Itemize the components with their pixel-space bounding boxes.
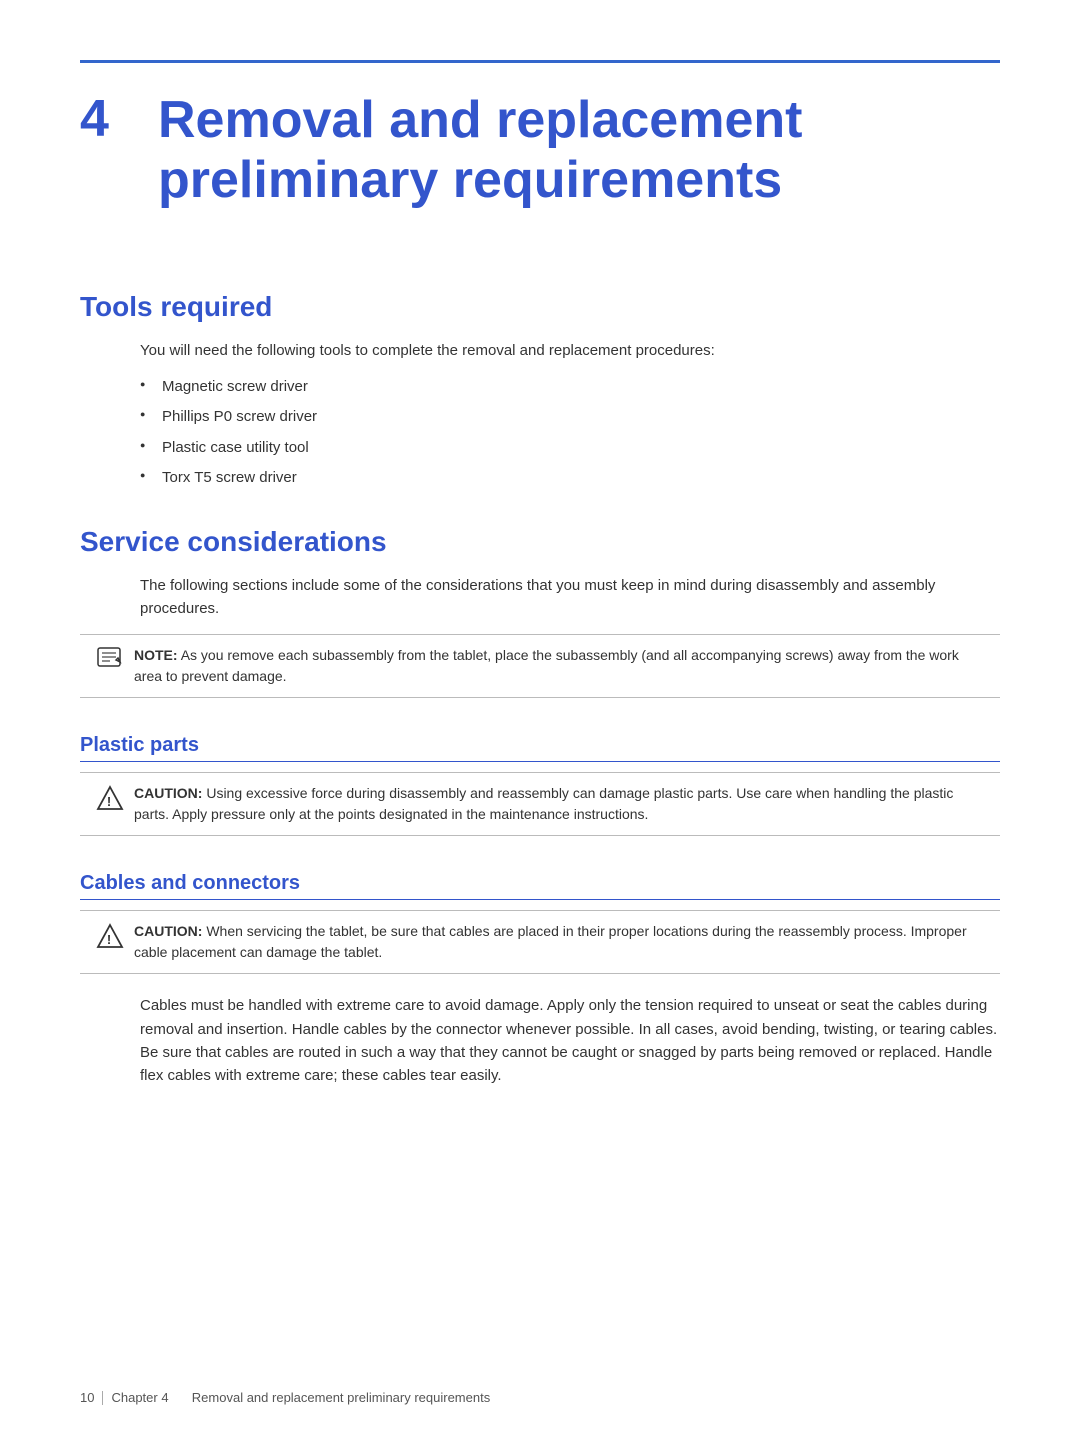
footer-chapter-title: Removal and replacement preliminary requ… — [192, 1390, 490, 1405]
plastic-parts-section: Plastic parts ! CAUTION: Using excessive… — [80, 734, 1000, 836]
plastic-caution-label: CAUTION: — [134, 785, 202, 801]
cables-caution-box: ! CAUTION: When servicing the tablet, be… — [80, 910, 1000, 974]
cables-heading: Cables and connectors — [80, 872, 1000, 900]
chapter-heading: 4 Removal and replacement preliminary re… — [80, 91, 1000, 211]
service-heading: Service considerations — [80, 526, 1000, 558]
list-item: Phillips P0 screw driver — [140, 406, 1000, 429]
plastic-caution-content: CAUTION: Using excessive force during di… — [134, 783, 984, 825]
caution-icon-cables: ! — [96, 923, 124, 947]
svg-text:!: ! — [107, 794, 111, 809]
footer-chapter-label: Chapter 4 — [111, 1390, 168, 1405]
footer-page-number: 10 — [80, 1390, 94, 1405]
tools-heading: Tools required — [80, 291, 1000, 323]
caution-icon: ! — [96, 785, 124, 809]
chapter-title: Removal and replacement preliminary requ… — [158, 91, 802, 211]
cables-caution-label: CAUTION: — [134, 923, 202, 939]
footer-chapter-space — [177, 1390, 184, 1405]
list-item: Plastic case utility tool — [140, 437, 1000, 460]
list-item: Torx T5 screw driver — [140, 467, 1000, 490]
plastic-parts-heading: Plastic parts — [80, 734, 1000, 762]
chapter-number: 4 — [80, 91, 130, 148]
tools-section: Tools required You will need the followi… — [80, 291, 1000, 490]
note-icon — [96, 646, 124, 670]
cables-body-text: Cables must be handled with extreme care… — [140, 994, 1000, 1087]
note-label: NOTE: — [134, 647, 178, 663]
note-content: NOTE: As you remove each subassembly fro… — [134, 645, 984, 687]
chapter-title-line2: preliminary requirements — [158, 151, 782, 209]
note-box: NOTE: As you remove each subassembly fro… — [80, 634, 1000, 698]
tools-list: Magnetic screw driver Phillips P0 screw … — [140, 376, 1000, 490]
svg-text:!: ! — [107, 932, 111, 947]
page: 4 Removal and replacement preliminary re… — [0, 0, 1080, 1437]
cables-section: Cables and connectors ! CAUTION: When se… — [80, 872, 1000, 1087]
service-section: Service considerations The following sec… — [80, 526, 1000, 699]
chapter-title-line1: Removal and replacement — [158, 91, 802, 149]
footer-separator — [102, 1391, 103, 1405]
service-intro: The following sections include some of t… — [140, 574, 1000, 621]
cables-caution-content: CAUTION: When servicing the tablet, be s… — [134, 921, 984, 963]
plastic-caution-box: ! CAUTION: Using excessive force during … — [80, 772, 1000, 836]
top-border — [80, 60, 1000, 63]
list-item: Magnetic screw driver — [140, 376, 1000, 399]
footer: 10 Chapter 4 Removal and replacement pre… — [80, 1390, 1000, 1405]
tools-intro: You will need the following tools to com… — [140, 339, 1000, 362]
